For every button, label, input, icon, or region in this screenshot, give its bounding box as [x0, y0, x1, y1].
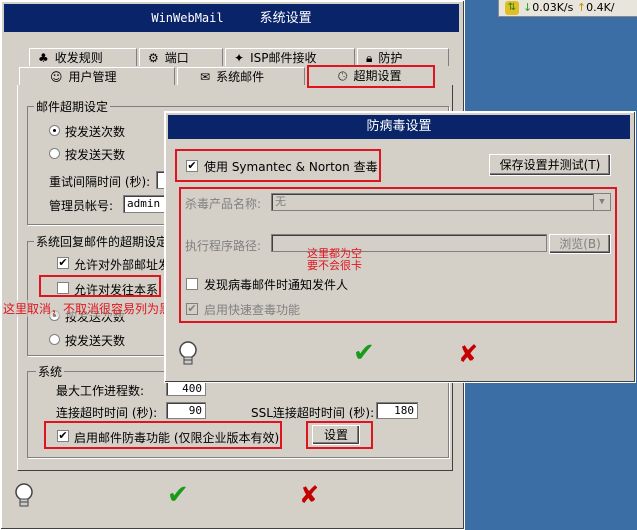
radio-by-send-days[interactable] — [49, 148, 60, 159]
upload-speed: 0.4K/ — [586, 1, 615, 14]
port-icon: ⚙ — [148, 50, 159, 65]
retry-interval-label: 重试间隔时间 (秒): — [49, 175, 151, 189]
lightbulb-icon[interactable] — [13, 482, 35, 510]
rules-icon: ♣ — [38, 50, 49, 65]
highlight-enable-antivirus — [44, 421, 282, 449]
download-arrow-icon: ↓ — [523, 1, 533, 14]
reply-timeout-group-label: 系统回复邮件的超期设定 — [34, 233, 171, 250]
admin-account-label: 管理员帐号: — [49, 199, 114, 213]
window-title: 系统设置 — [259, 11, 312, 26]
dialog-ok-check-icon[interactable]: ✔ — [353, 338, 375, 368]
save-and-test-button[interactable]: 保存设置并测试(T) — [489, 154, 611, 176]
mail-timeout-group-label: 邮件超期设定 — [34, 98, 111, 115]
download-speed: 0.03K/s — [532, 1, 574, 14]
dialog-cancel-x-icon[interactable]: ✘ — [458, 340, 478, 368]
tab-protection[interactable]: 🔒︎ 防护 — [357, 48, 449, 66]
users-icon: ☺ — [50, 69, 63, 84]
taskbar-tray: ⇅ ↓0.03K/s ↑0.4K/ — [498, 0, 637, 17]
highlight-disabled-fields — [179, 187, 617, 323]
max-process-input[interactable]: 400 — [166, 381, 206, 396]
ok-check-icon[interactable]: ✔ — [167, 480, 189, 510]
system-group-label: 系统 — [36, 363, 65, 380]
highlight-settings-button — [306, 421, 373, 449]
max-process-label: 最大工作进程数: — [56, 384, 145, 398]
tab-system-mail[interactable]: ✉ 系统邮件 — [177, 67, 305, 85]
ssl-timeout-input[interactable]: 180 — [376, 402, 418, 419]
dialog-lightbulb-icon[interactable] — [177, 340, 199, 368]
reply-radio-by-send-days-label: 按发送天数 — [65, 334, 126, 348]
tab-isp-mail-receive[interactable]: ✦ ISP邮件接收 — [225, 48, 355, 66]
reply-radio-by-send-days[interactable] — [49, 334, 60, 345]
tab-user-management[interactable]: ☺ 用户管理 — [19, 67, 175, 85]
title-bar: WinWebMail 系统设置 — [4, 4, 459, 32]
cancel-x-icon[interactable]: ✘ — [299, 481, 319, 509]
mail-icon: ✉ — [200, 69, 211, 84]
highlight-use-symantec — [175, 149, 381, 182]
radio-by-send-days-label: 按发送天数 — [65, 148, 126, 162]
app-name: WinWebMail — [151, 11, 224, 25]
radio-by-send-count-label: 按发送次数 — [65, 125, 126, 139]
dialog-title-bar: 防病毒设置 — [168, 115, 630, 139]
lock-icon: 🔒︎ — [366, 50, 373, 65]
highlight-allow-local — [39, 275, 161, 297]
radio-by-send-count[interactable] — [49, 125, 60, 136]
allow-external-label: 允许对外部邮址发 — [74, 258, 171, 272]
allow-external-checkbox[interactable]: ✔ — [57, 257, 69, 269]
isp-icon: ✦ — [234, 50, 245, 65]
tab-send-receive-rules[interactable]: ♣ 收发规则 — [29, 48, 137, 66]
ssl-timeout-label: SSL连接超时时间 (秒): — [251, 406, 375, 420]
conn-timeout-input[interactable]: 90 — [166, 402, 206, 419]
conn-timeout-label: 连接超时时间 (秒): — [56, 406, 158, 420]
antivirus-settings-dialog: 防病毒设置 ✔ 使用 Symantec & Norton 查毒 保存设置并测试(… — [164, 111, 636, 383]
tab-port[interactable]: ⚙ 端口 — [139, 48, 223, 66]
upload-arrow-icon: ↑ — [576, 1, 587, 14]
network-icon: ⇅ — [505, 1, 519, 15]
